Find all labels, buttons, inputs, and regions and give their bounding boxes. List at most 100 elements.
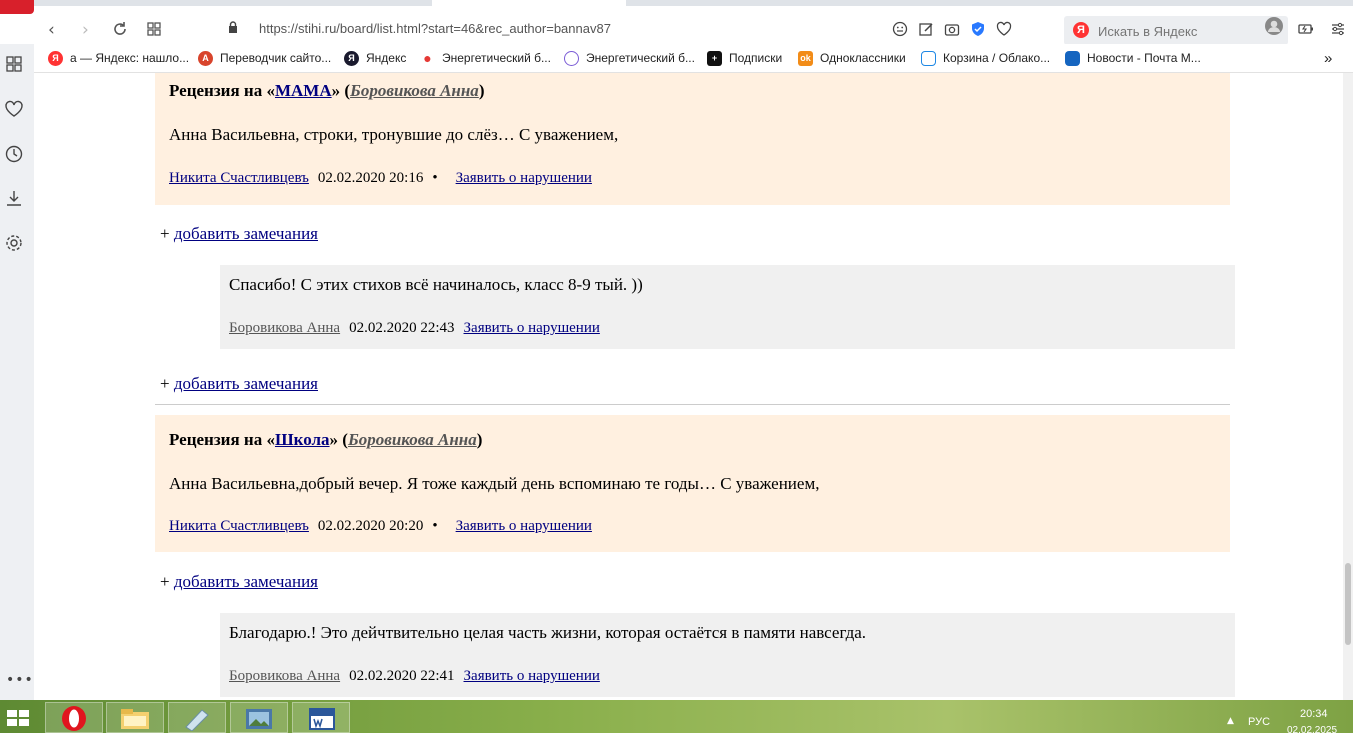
add-note-prefix: + [160, 572, 174, 591]
back-icon[interactable]: ‹ [48, 20, 55, 40]
report-link[interactable]: Заявить о нарушении [464, 668, 600, 684]
camera-icon[interactable] [944, 21, 960, 37]
opera-menu-button[interactable] [0, 0, 34, 14]
title-prefix: Рецензия на « [169, 430, 275, 449]
emoji-icon[interactable] [892, 21, 908, 37]
tray-expand-icon[interactable]: ▲ [1227, 716, 1234, 726]
more-icon[interactable]: ••• [6, 672, 34, 688]
windows-start-icon[interactable] [4, 708, 32, 728]
reply-card: Спасибо! С этих стихов всё начиналось, к… [220, 265, 1235, 349]
author-link[interactable]: Боровикова Анна [348, 430, 477, 449]
lock-icon [229, 21, 237, 33]
opera-icon [62, 706, 86, 731]
taskbar-word-button[interactable] [292, 702, 350, 733]
speed-dial-icon[interactable] [146, 21, 162, 37]
globe-icon [564, 50, 579, 66]
clock-time[interactable]: 20:34 [1300, 708, 1328, 720]
map-pin-icon: ● [423, 49, 432, 66]
yandex-icon: Я [48, 50, 63, 66]
battery-saver-icon[interactable] [1298, 21, 1314, 37]
mail-icon [1065, 50, 1080, 66]
clock-date[interactable]: 02.02.2025 [1287, 725, 1337, 736]
add-note-link[interactable]: добавить замечания [174, 374, 318, 393]
title-middle: » ( [329, 430, 348, 449]
forward-icon[interactable]: › [82, 20, 89, 40]
translator-icon: A [198, 50, 213, 66]
bookmark-item[interactable]: ● Энергетический б... [420, 49, 551, 67]
address-bar-row: ‹ › https://stihi.ru/board/list.html?sta… [34, 6, 1353, 45]
url-field[interactable]: https://stihi.ru/board/list.html?start=4… [259, 21, 611, 36]
report-link[interactable]: Заявить о нарушении [456, 518, 592, 534]
bookmark-label: Корзина / Облако... [943, 51, 1051, 65]
bookmark-item[interactable]: Новости - Почта М... [1065, 49, 1201, 67]
review-date: 02.02.2020 20:16 [317, 170, 424, 186]
bookmark-item[interactable]: Яа — Яндекс: нашло... [48, 49, 189, 67]
heart-icon[interactable] [996, 21, 1012, 37]
bookmark-item[interactable]: A Переводчик сайто... [198, 49, 331, 67]
bookmark-label: Одноклассники [820, 51, 906, 65]
add-note-link[interactable]: добавить замечания [174, 572, 318, 591]
reply-author-link[interactable]: Боровикова Анна [229, 668, 340, 684]
author-link[interactable]: Боровикова Анна [350, 81, 479, 100]
title-suffix: ) [476, 430, 483, 449]
report-link[interactable]: Заявить о нарушении [456, 170, 592, 186]
settings-icon[interactable] [4, 233, 24, 253]
scrollbar-thumb[interactable] [1345, 563, 1351, 645]
bullet: • [432, 170, 438, 186]
bookmark-label: Энергетический б... [586, 51, 695, 65]
bookmarks-bar: Яа — Яндекс: нашло... A Переводчик сайто.… [34, 44, 1353, 73]
bookmark-label: Подписки [729, 51, 783, 65]
profile-icon[interactable] [1264, 16, 1284, 36]
download-icon[interactable] [4, 188, 24, 208]
language-indicator[interactable]: РУС [1248, 716, 1270, 728]
speed-dial-icon[interactable] [4, 54, 24, 74]
review-title: Рецензия на «Школа» (Боровикова Анна) [169, 430, 482, 450]
history-icon[interactable] [4, 144, 24, 164]
add-note-prefix: + [160, 224, 174, 243]
bookmark-item[interactable]: Энергетический б... [564, 49, 695, 67]
taskbar-app-button[interactable] [168, 702, 226, 733]
bookmark-item[interactable]: + Подписки [707, 49, 782, 67]
add-note-prefix: + [160, 374, 174, 393]
bookmark-label: Яндекс [366, 51, 407, 65]
bookmark-item[interactable]: Я Яндекс [344, 49, 406, 67]
edit-icon[interactable] [918, 21, 934, 37]
report-link[interactable]: Заявить о нарушении [464, 320, 600, 336]
shield-icon[interactable] [970, 21, 986, 37]
review-meta: Никита Счастливцевъ 02.02.2020 20:16 • Заяв… [169, 170, 592, 187]
folder-icon [121, 709, 149, 729]
bookmark-label: Энергетический б... [442, 51, 551, 65]
title-prefix: Рецензия на « [169, 81, 275, 100]
bookmark-item[interactable]: Корзина / Облако... [921, 49, 1050, 67]
work-link[interactable]: Школа [275, 430, 330, 449]
add-note: + добавить замечания [160, 572, 318, 592]
add-note-link[interactable]: добавить замечания [174, 224, 318, 243]
easy-setup-icon[interactable] [1330, 21, 1346, 37]
reviewer-link[interactable]: Никита Счастливцевъ [169, 518, 309, 534]
taskbar [0, 700, 1353, 733]
review-text: Анна Васильевна,добрый вечер. Я тоже каж… [169, 474, 820, 493]
title-suffix: ) [478, 81, 485, 100]
bullet: • [432, 518, 438, 534]
search-input[interactable] [1096, 20, 1280, 42]
bookmarks-more-button[interactable]: » [1324, 49, 1332, 67]
heart-icon[interactable] [4, 99, 24, 119]
odnoklassniki-icon: ok [798, 50, 813, 66]
taskbar-explorer-button[interactable] [106, 702, 164, 733]
review-text: Анна Васильевна, строки, тронувшие до сл… [169, 125, 619, 144]
review-card: Рецензия на «МАМА» (Боровикова Анна) Анн… [155, 73, 1230, 205]
reviewer-link[interactable]: Никита Счастливцевъ [169, 170, 309, 186]
review-card: Рецензия на «Школа» (Боровикова Анна) Ан… [155, 415, 1230, 552]
cloud-icon [921, 50, 936, 66]
bookmark-item[interactable]: ok Одноклассники [798, 49, 906, 67]
work-link[interactable]: МАМА [275, 81, 332, 100]
reply-author-link[interactable]: Боровикова Анна [229, 320, 340, 336]
taskbar-app-button[interactable] [230, 702, 288, 733]
notebook-icon [185, 709, 209, 731]
reload-icon[interactable] [112, 21, 128, 37]
reply-text: Спасибо! С этих стихов всё начиналось, к… [229, 275, 643, 294]
yandex-logo-icon: Я [1073, 22, 1089, 38]
taskbar-opera-button[interactable] [45, 702, 103, 733]
yandex-search[interactable]: Я [1064, 16, 1288, 45]
review-title: Рецензия на «МАМА» (Боровикова Анна) [169, 81, 484, 101]
